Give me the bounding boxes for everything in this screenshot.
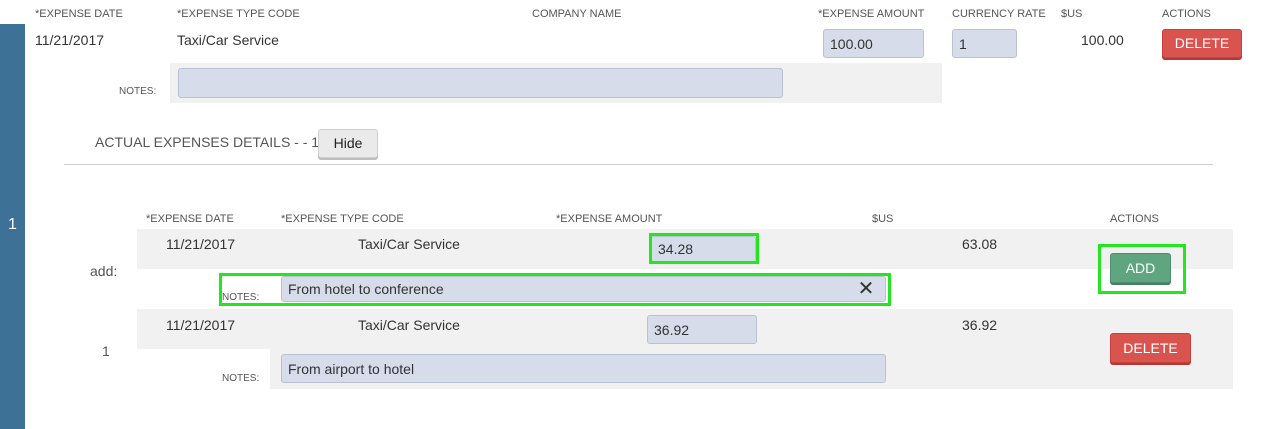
add-row-type: Taxi/Car Service bbox=[358, 236, 460, 252]
expense-notes-input[interactable] bbox=[178, 68, 783, 98]
details-header-usd: $US bbox=[872, 213, 894, 225]
expense-notes-label: NOTES: bbox=[119, 86, 157, 97]
details-header-expense-type-code: *EXPENSE TYPE CODE bbox=[281, 213, 404, 225]
add-row-date: 11/21/2017 bbox=[166, 236, 236, 252]
notes-highlight bbox=[219, 273, 891, 306]
detail-row-1-index: 1 bbox=[102, 343, 110, 359]
section-divider bbox=[64, 164, 1213, 165]
amount-highlight bbox=[649, 233, 759, 264]
header-expense-type-code: *EXPENSE TYPE CODE bbox=[177, 8, 300, 20]
expense-amount-input[interactable] bbox=[823, 29, 924, 58]
header-expense-date: *EXPENSE DATE bbox=[35, 8, 123, 20]
currency-rate-input[interactable] bbox=[952, 29, 1017, 58]
header-actions: ACTIONS bbox=[1162, 8, 1211, 20]
add-row-label: add: bbox=[90, 263, 118, 279]
add-row-usd: 63.08 bbox=[962, 236, 998, 252]
detail-row-1-notes-label: NOTES: bbox=[222, 373, 260, 384]
delete-expense-button[interactable]: DELETE bbox=[1162, 29, 1242, 58]
row-number: 1 bbox=[8, 216, 17, 233]
detail-row-1-amount-input[interactable] bbox=[647, 315, 757, 344]
detail-row-1-delete-button[interactable]: DELETE bbox=[1110, 333, 1191, 363]
actual-expenses-details-title: ACTUAL EXPENSES DETAILS - - 1 bbox=[95, 134, 320, 150]
details-header-actions: ACTIONS bbox=[1110, 213, 1159, 225]
detail-row-1-notes-input[interactable] bbox=[281, 354, 886, 383]
header-currency-rate: CURRENCY RATE bbox=[952, 8, 1046, 20]
expense-date: 11/21/2017 bbox=[35, 32, 105, 48]
detail-row-1-date: 11/21/2017 bbox=[166, 317, 236, 333]
add-button-highlight bbox=[1098, 244, 1186, 294]
expense-usd-value: 100.00 bbox=[1081, 32, 1124, 48]
hide-button[interactable]: Hide bbox=[318, 129, 378, 158]
header-usd: $US bbox=[1061, 8, 1083, 20]
details-header-expense-date: *EXPENSE DATE bbox=[146, 213, 234, 225]
expense-type: Taxi/Car Service bbox=[177, 32, 279, 48]
detail-row-1-usd: 36.92 bbox=[962, 317, 998, 333]
detail-row-1-type: Taxi/Car Service bbox=[358, 317, 460, 333]
details-header-expense-amount: *EXPENSE AMOUNT bbox=[556, 213, 663, 225]
header-expense-amount: *EXPENSE AMOUNT bbox=[818, 8, 925, 20]
header-company-name: COMPANY NAME bbox=[532, 8, 622, 20]
